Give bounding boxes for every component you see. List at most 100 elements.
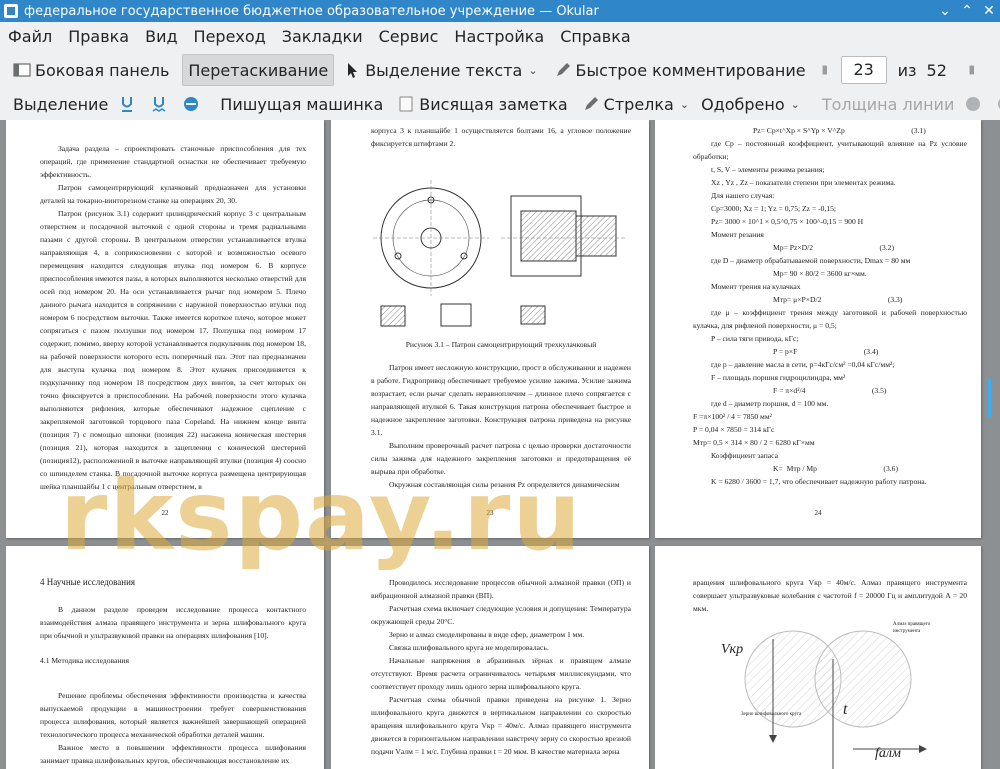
fill-color-icon	[998, 99, 1000, 109]
sidebar-button-label: Боковая панель	[35, 60, 170, 80]
strikeout-button[interactable]	[177, 89, 209, 119]
okular-app-icon	[4, 4, 18, 18]
menu-view[interactable]: Вид	[137, 22, 185, 52]
menu-bookmarks[interactable]: Закладки	[274, 22, 371, 52]
page-paragraph: t, S, V – элементы режима резания;	[711, 165, 825, 174]
document-viewport[interactable]: Задача раздела – спроектировать станочны…	[0, 120, 1000, 769]
squiggle-button[interactable]	[145, 89, 177, 119]
formula-line: P = 0,04 × 7850 = 314 кГс	[693, 425, 775, 434]
vertical-scrollbar[interactable]	[985, 120, 1000, 769]
page-paragraph: F – площадь поршня гидроцилиндра, мм²	[711, 373, 846, 382]
sidebar-button[interactable]: Боковая панель	[8, 55, 174, 85]
page-paragraph: Для нашего случая:	[711, 191, 775, 200]
squiggle-icon	[152, 97, 166, 112]
sidebar-icon	[13, 63, 31, 77]
page-paragraph: Момент резания	[711, 230, 764, 239]
inner-color-button[interactable]	[991, 89, 1000, 119]
text-select-label: Выделение текста	[365, 60, 523, 80]
page-paragraph: Зерно и алмаз смоделированы в виде сфер,…	[389, 630, 585, 639]
page-paragraph: Проводилось исследование процессов обычн…	[371, 578, 631, 600]
page-paragraph: Cp=3000; Xz = 1; Yz = 0,75; Zz = -0,15;	[711, 204, 837, 213]
subsection-heading: 4.1 Методика исследования	[40, 656, 129, 665]
page-paragraph: корпуса 3 к планшайбе 1 осуществляется б…	[371, 126, 631, 148]
stamp-button[interactable]: Одобрено ⌄	[696, 89, 805, 119]
document-page-22: Задача раздела – спроектировать станочны…	[6, 120, 324, 538]
formula-line: K= Mтр / Mp (3.6)	[773, 464, 898, 473]
chevron-down-icon[interactable]: ⌄	[791, 98, 800, 111]
pen-icon	[584, 97, 598, 110]
chevron-down-icon[interactable]: ⌄	[528, 64, 537, 77]
drag-mode-button[interactable]: Перетаскивание	[182, 54, 335, 86]
window-titlebar: федеральное государственное бюджетное об…	[0, 0, 1000, 22]
section-heading: 4 Научные исследования	[40, 577, 136, 587]
page-paragraph: Коэффициент запаса	[711, 451, 778, 460]
scrollbar-thumb[interactable]	[988, 378, 991, 418]
vkr-label: Vкр	[721, 642, 744, 657]
color-button[interactable]	[959, 89, 991, 119]
menu-settings[interactable]: Настройка	[446, 22, 552, 52]
line-width-button[interactable]: Толщина линии	[817, 89, 960, 119]
page-paragraph: Xz , Yz , Zz – показатели степени при эл…	[711, 178, 896, 187]
formula-line: P = p×F (3.4)	[773, 347, 879, 356]
quick-comment-label: Быстрое комментирование	[575, 60, 806, 80]
page-number: 23	[486, 509, 494, 517]
page-paragraph: Связка шлифовального круга не моделирова…	[389, 643, 549, 652]
document-page-27: вращения шлифовального круга Vкр = 40м/с…	[655, 546, 981, 769]
formula-line: Pz= Cp×t^Xp × S^Yp × V^Zp (3.1)	[753, 126, 926, 135]
close-icon[interactable]: ✕	[978, 0, 1000, 22]
page-paragraph: где d – диаметр поршня, d = 100 мм.	[711, 399, 829, 408]
note-button[interactable]: Висящая заметка	[392, 89, 572, 119]
page-paragraph: В данном разделе проведем исследование п…	[40, 605, 306, 640]
page-paragraph: Расчетная схема включает следующие услов…	[371, 604, 631, 626]
page-paragraph: вращения шлифовального круга Vкр = 40м/с…	[693, 578, 967, 613]
note-label: Висящая заметка	[419, 94, 568, 114]
page-up-icon	[822, 65, 827, 75]
annot-select-label: Выделение	[13, 94, 109, 114]
typewriter-button[interactable]: Пишущая машинка	[215, 89, 388, 119]
page-number: 22	[161, 509, 169, 517]
menu-file[interactable]: Файл	[0, 22, 60, 52]
annotation-toolbar: Выделение Пишущая машинка Висящая заметк…	[0, 88, 1000, 120]
next-page-button[interactable]	[964, 55, 988, 85]
page-paragraph: Выполним проверочный расчет патрона с це…	[371, 441, 631, 476]
page-number-input[interactable]: 23	[840, 56, 887, 84]
diamond-label: Алмаз правящего инструмента	[893, 622, 931, 634]
quick-comment-button[interactable]: Быстрое комментирование	[549, 55, 811, 85]
formula-line: F =π×100² / 4 = 7850 мм²	[693, 412, 772, 421]
formula-line: Mp= 90 × 80/2 = 3600 кг×мм.	[773, 269, 867, 278]
typewriter-label: Пишущая машинка	[220, 94, 384, 114]
document-page-25: 4 Научные исследования В данном разделе …	[6, 546, 324, 769]
minimize-icon[interactable]: ⌄	[934, 0, 956, 22]
document-page-24: Pz= Cp×t^Xp × S^Yp × V^Zp (3.1) где Cp –…	[655, 120, 981, 538]
maximize-icon[interactable]: ⌃	[956, 0, 978, 22]
arrow-button[interactable]: Стрелка ⌄	[577, 89, 694, 119]
page-number: 24	[814, 509, 822, 517]
menu-go[interactable]: Переход	[186, 22, 274, 52]
page-of-label: из	[897, 60, 917, 80]
t-label: t	[843, 701, 848, 718]
drag-mode-label: Перетаскивание	[188, 60, 329, 80]
page-paragraph: Окружная составляющая силы резания Pz оп…	[389, 480, 620, 489]
annot-select-button[interactable]: Выделение	[8, 89, 113, 119]
page-paragraph: Начальные напряжения в абразивных зёрнах…	[371, 656, 631, 691]
document-page-26: Проводилось исследование процессов обычн…	[331, 546, 649, 769]
chevron-down-icon[interactable]: ⌄	[680, 98, 689, 111]
page-paragraph: Момент трения на кулачках	[711, 282, 801, 291]
page-paragraph: Задача раздела – спроектировать станочны…	[40, 144, 306, 179]
page-paragraph: где D – диаметр обрабатываемой поверхнос…	[711, 256, 911, 265]
text-select-button[interactable]: Выделение текста ⌄	[338, 55, 542, 85]
figure-caption: Рисунок 3.1 – Патрон самоцентрирующий тр…	[405, 340, 597, 349]
arrow-label: Стрелка	[603, 94, 674, 114]
menu-tools[interactable]: Сервис	[371, 22, 447, 52]
page-paragraph: P – сила тяги привода, кГс;	[711, 334, 799, 343]
strikeout-icon	[184, 97, 199, 111]
previous-page-button[interactable]	[817, 55, 841, 85]
grain-label: Зерно шлифовального круга	[741, 712, 802, 717]
menu-help[interactable]: Справка	[552, 22, 639, 52]
page-paragraph: Патрон имеет несложную конструкцию, прос…	[371, 363, 631, 437]
underline-button[interactable]	[113, 89, 145, 119]
menu-bar: Файл Правка Вид Переход Закладки Сервис …	[0, 22, 1000, 52]
page-down-icon	[969, 65, 974, 75]
chuck-drawing	[373, 180, 626, 327]
menu-edit[interactable]: Правка	[60, 22, 137, 52]
